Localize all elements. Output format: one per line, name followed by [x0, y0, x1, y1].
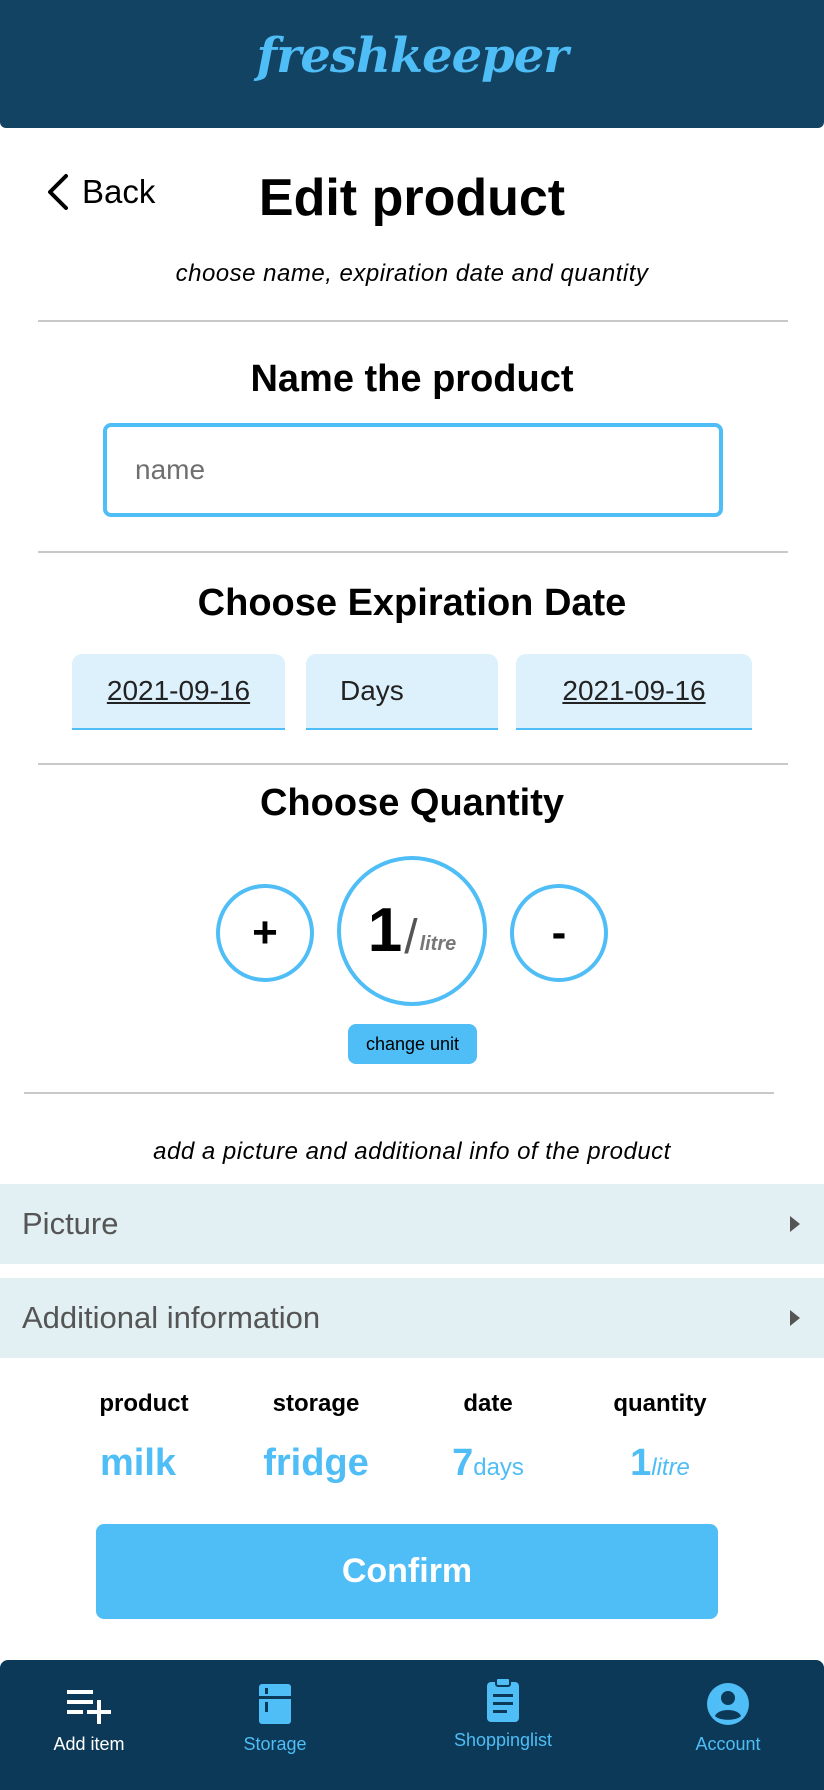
bottom-nav: Add item Storage Shoppinglist Account	[0, 1660, 824, 1790]
app-header: freshkeeper	[0, 0, 824, 128]
nav-item-shoppinglist[interactable]: Shoppinglist	[428, 1676, 578, 1751]
add-list-icon	[67, 1690, 111, 1724]
increase-quantity-button[interactable]: +	[216, 884, 314, 982]
nav-label: Storage	[243, 1734, 307, 1754]
summary-quantity: quantity 1litre	[565, 1390, 755, 1485]
expiration-section-title: Choose Expiration Date	[197, 582, 627, 624]
accordion-label: Additional information	[22, 1300, 321, 1335]
quantity-value: 1	[367, 896, 403, 965]
summary-header: storage	[272, 1390, 360, 1417]
minus-icon: -	[551, 908, 567, 957]
accordion-label: Picture	[22, 1206, 119, 1241]
summary-header: quantity	[613, 1390, 707, 1417]
product-name-input[interactable]	[103, 423, 723, 517]
additional-information-accordion[interactable]: Additional information	[0, 1278, 824, 1358]
plus-icon: +	[252, 908, 278, 957]
quantity-section-title: Choose Quantity	[259, 782, 565, 824]
summary-date-number: 7	[452, 1442, 474, 1484]
summary-quantity-number: 1	[630, 1442, 652, 1484]
summary-quantity-unit: litre	[651, 1454, 690, 1481]
end-date-picker[interactable]: 2021-09-16	[516, 654, 752, 730]
nav-label: Shoppinglist	[453, 1730, 553, 1750]
additional-info-text: add a picture and additional info of the…	[153, 1138, 671, 1165]
page-title: Edit product	[258, 169, 566, 227]
clipboard-icon	[487, 1677, 519, 1722]
end-date-value: 2021-09-16	[562, 675, 706, 706]
decrease-quantity-button[interactable]: -	[510, 884, 608, 982]
nav-item-storage[interactable]: Storage	[200, 1680, 350, 1755]
nav-label: Add item	[53, 1734, 125, 1754]
nav-item-add-item[interactable]: Add item	[14, 1680, 164, 1755]
change-unit-button[interactable]: change unit	[348, 1024, 477, 1064]
divider	[38, 551, 788, 553]
nav-label: Account	[695, 1734, 761, 1754]
divider	[38, 763, 788, 765]
summary-storage-value: fridge	[263, 1442, 369, 1484]
duration-unit-value: Days	[340, 675, 404, 706]
quantity-slash: /	[404, 911, 418, 964]
name-section-title: Name the product	[250, 358, 574, 400]
summary-date-value: 7days	[393, 1442, 583, 1485]
confirm-button[interactable]: Confirm	[96, 1524, 718, 1619]
quantity-display: 1 / litre	[337, 856, 487, 1006]
storage-icon	[259, 1684, 291, 1724]
nav-item-account[interactable]: Account	[653, 1680, 803, 1755]
page-subtitle: choose name, expiration date and quantit…	[175, 260, 649, 287]
summary-date: date 7days	[393, 1390, 583, 1485]
summary-storage: storage fridge	[221, 1390, 411, 1485]
summary-quantity-value: 1litre	[565, 1442, 755, 1485]
account-icon	[707, 1683, 749, 1725]
divider	[38, 320, 788, 322]
summary-header: date	[463, 1390, 513, 1417]
summary-product-value: milk	[99, 1442, 177, 1484]
duration-unit-select[interactable]: Days	[306, 654, 498, 730]
caret-right-icon	[790, 1216, 800, 1232]
start-date-value: 2021-09-16	[106, 675, 251, 706]
summary-date-unit: days	[473, 1454, 524, 1481]
start-date-picker[interactable]: 2021-09-16	[72, 654, 285, 730]
divider	[24, 1092, 774, 1094]
summary-product: product milk	[49, 1390, 239, 1485]
caret-right-icon	[790, 1310, 800, 1326]
summary-header: product	[99, 1390, 189, 1417]
picture-accordion[interactable]: Picture	[0, 1184, 824, 1264]
quantity-unit: litre	[419, 933, 457, 955]
brand-logo: freshkeeper	[256, 28, 568, 84]
